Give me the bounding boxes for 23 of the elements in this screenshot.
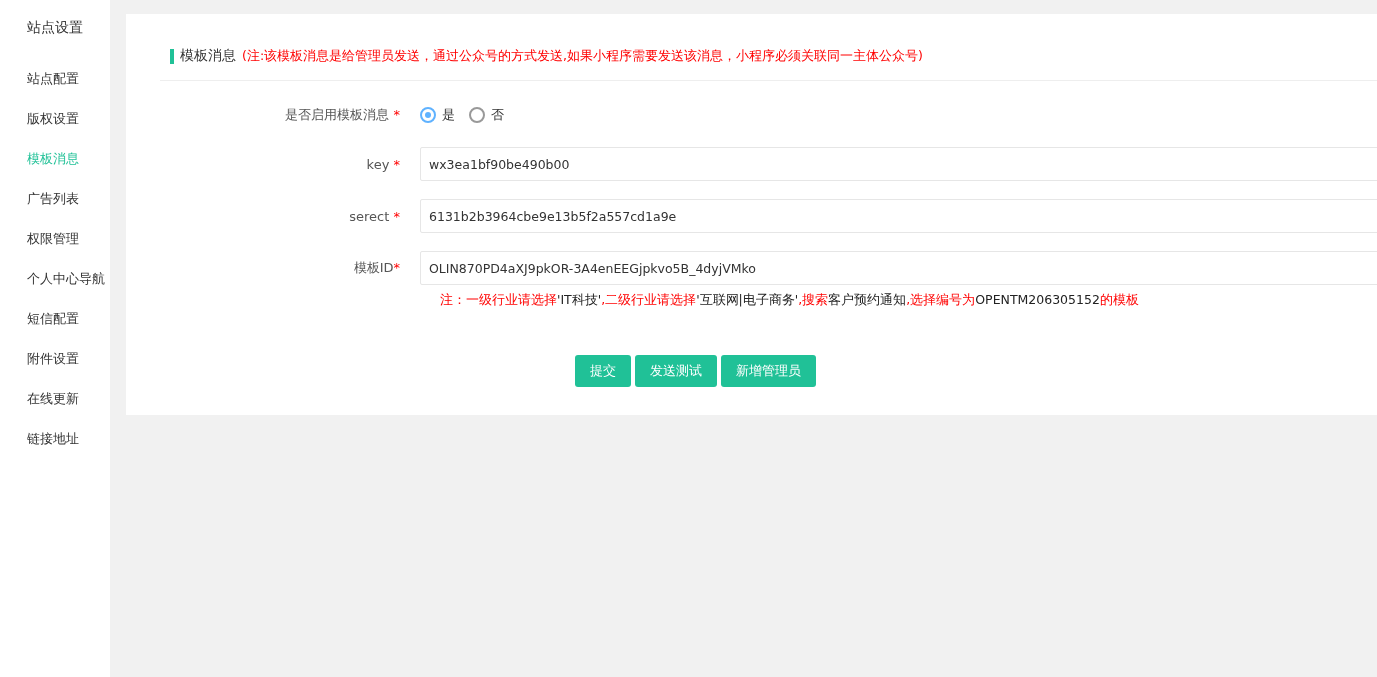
- sidebar-item[interactable]: 链接地址: [0, 419, 110, 459]
- section-title: 模板消息: [180, 47, 236, 65]
- sidebar-item[interactable]: 版权设置: [0, 99, 110, 139]
- sidebar-item[interactable]: 站点配置: [0, 59, 110, 99]
- sidebar-item[interactable]: 个人中心导航: [0, 259, 110, 299]
- sidebar-item[interactable]: 附件设置: [0, 339, 110, 379]
- sidebar-item[interactable]: 广告列表: [0, 179, 110, 219]
- radio-option[interactable]: 是: [420, 106, 455, 124]
- field-label: key *: [365, 156, 401, 172]
- field-label: serect *: [348, 208, 401, 224]
- sidebar-item[interactable]: 权限管理: [0, 219, 110, 259]
- text-field[interactable]: OLIN870PD4aXJ9pkOR-3A4enEEGjpkvo5B_4dyjVMko: [420, 251, 1377, 285]
- accent-bar: [170, 48, 174, 64]
- radio-option[interactable]: 否: [469, 106, 504, 124]
- field-label: 模板ID*: [352, 259, 401, 277]
- sidebar-item[interactable]: 在线更新: [0, 379, 110, 419]
- text-field[interactable]: 6131b2b3964cbe9e13b5f2a557cd1a9e: [420, 199, 1377, 233]
- sidebar-title: 站点设置: [26, 18, 84, 37]
- field-label: 是否启用模板消息 *: [284, 106, 401, 124]
- text-field[interactable]: wx3ea1bf90be490b00: [420, 147, 1377, 181]
- section-note: (注:该模板消息是给管理员发送，通过公众号的方式发送,如果小程序需要发送该消息，小程序必须关联同一主体公众号): [242, 47, 923, 65]
- sidebar-item[interactable]: 短信配置: [0, 299, 110, 339]
- hint-text: 注：一级行业请选择'IT科技',二级行业请选择'互联网|电子商务',搜索客户预约通知,选择编号为OPENTM206305152的模板: [440, 292, 1140, 309]
